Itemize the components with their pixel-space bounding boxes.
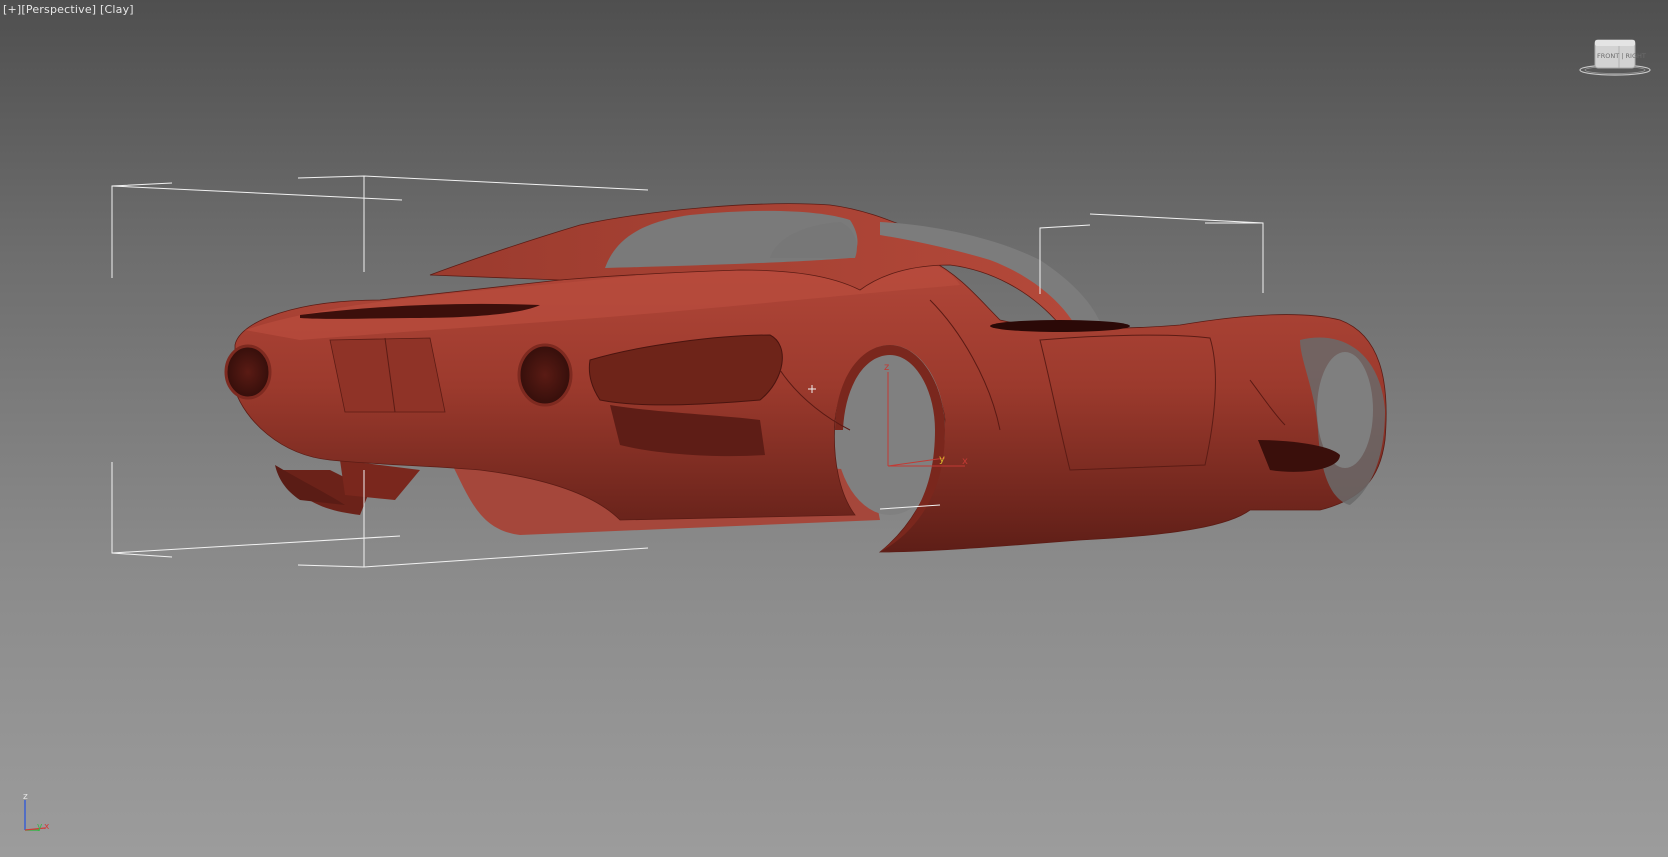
- world-axis-tripod: z y x: [18, 790, 58, 835]
- gizmo-y-label: y: [939, 454, 945, 465]
- perspective-viewport[interactable]: [+][Perspective] [Clay] z y x FRONT | RI…: [0, 0, 1668, 857]
- world-axis-y-label: y: [37, 822, 43, 832]
- gizmo-z-label: z: [884, 362, 889, 373]
- gizmo-x-label: x: [962, 456, 968, 467]
- viewcube-icon[interactable]: FRONT | RIGHT: [1578, 36, 1652, 78]
- car-body-icon[interactable]: [224, 203, 1387, 553]
- world-axis-z-label: z: [23, 792, 28, 802]
- world-axis-x-label: x: [44, 822, 50, 832]
- scene-canvas: z y x: [111, 175, 1387, 568]
- viewcube-face-label: FRONT | RIGHT: [1597, 52, 1646, 60]
